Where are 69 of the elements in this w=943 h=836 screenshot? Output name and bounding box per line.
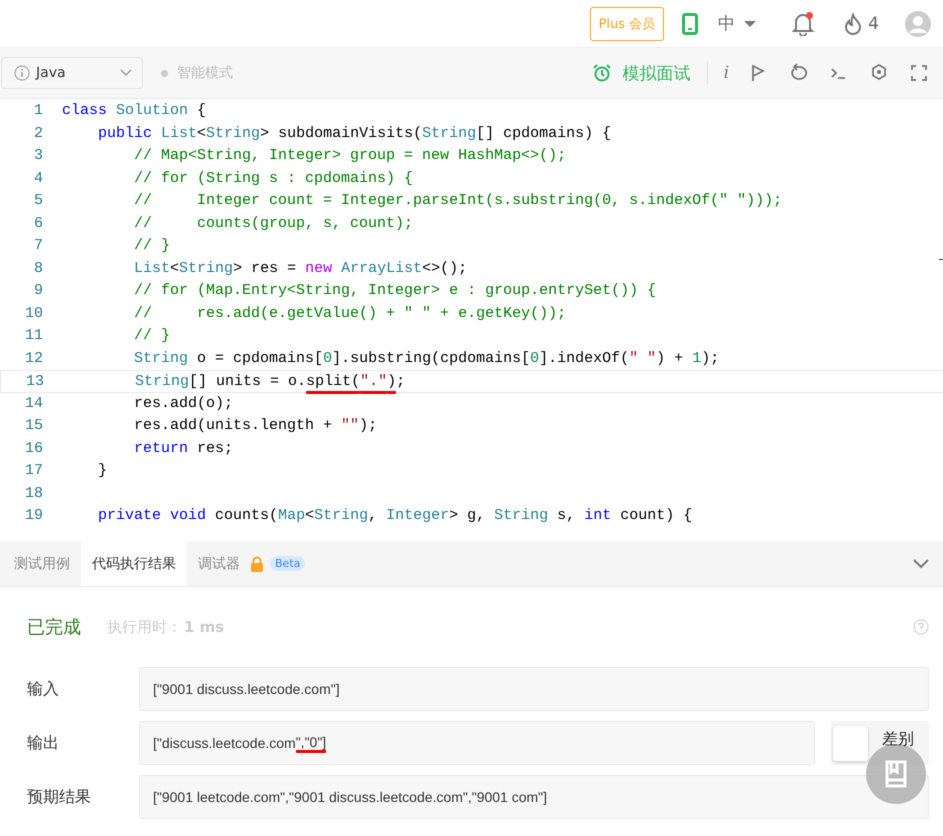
bell-icon[interactable]: [792, 12, 814, 36]
line-number: 4: [32, 168, 44, 188]
code-line: List<String> res = new ArrayList<>();: [133, 258, 468, 278]
chevron-down-icon[interactable]: [913, 558, 929, 568]
line-number: 6: [32, 214, 44, 234]
language-select[interactable]: Java: [1, 57, 143, 89]
line-number: 9: [32, 281, 44, 301]
notification-dot: [806, 12, 814, 18]
info-icon: [14, 65, 30, 81]
plus-button[interactable]: Plus 会员: [590, 6, 664, 40]
code-line: String[] units = o.split(".");: [63, 371, 406, 392]
code-line: // res.add(e.getValue() + " " + e.getKey());: [133, 304, 566, 324]
line-number: 12: [24, 348, 44, 368]
field-label: 输入: [27, 678, 60, 700]
code-line: // for (Map.Entry<String, Integer> e : group.entrySet()) {: [133, 281, 656, 301]
code-line: // counts(group, s, count);: [133, 214, 414, 234]
reset-icon[interactable]: [789, 63, 809, 83]
line-number: 18: [24, 484, 44, 504]
field-label: 输出: [27, 732, 60, 754]
result-value: ["9001 leetcode.com","9001 discuss.leetcode.com","9001 com"]: [139, 775, 929, 819]
line-number: 8: [32, 258, 44, 278]
chevron-down-icon: [120, 69, 132, 77]
diff-toggle[interactable]: [833, 726, 868, 760]
language-dropdown[interactable]: 中: [718, 12, 756, 35]
line-number: 10: [24, 304, 44, 324]
run-status: 已完成: [27, 616, 81, 639]
line-number: 19: [24, 506, 44, 526]
diff-label: 差别: [882, 729, 914, 750]
panel-tab[interactable]: 调试器 Beta: [187, 541, 316, 586]
line-number: 15: [24, 416, 44, 436]
panel-tab[interactable]: 代码执行结果: [81, 541, 187, 586]
code-line: res.add(units.length + "");: [133, 416, 378, 436]
line-number: 13: [24, 372, 45, 392]
field-label: 预期结果: [27, 786, 92, 808]
mock-interview-button[interactable]: 模拟面试: [592, 62, 691, 84]
info-button[interactable]: i: [724, 63, 729, 83]
code-line: class Solution {: [62, 101, 206, 121]
caret-icon: [744, 20, 756, 28]
code-line: return res;: [133, 438, 234, 458]
mode-toggle[interactable]: 智能模式: [161, 64, 233, 82]
line-number: 7: [32, 236, 44, 256]
line-number: 16: [24, 438, 44, 458]
line-number: 17: [24, 461, 44, 481]
alarm-clock-icon: [592, 64, 611, 82]
code-line: private void counts(Map<String, Integer> g, String s, int count) {: [97, 506, 692, 526]
beta-badge: Beta: [270, 556, 306, 571]
tablet-icon[interactable]: [682, 12, 698, 34]
flame-icon[interactable]: [844, 12, 862, 34]
code-line: res.add(o);: [133, 394, 234, 414]
code-line: // for (String s : cpdomains) {: [133, 168, 414, 188]
line-number: 2: [32, 124, 44, 144]
streak-count: 4: [868, 14, 879, 34]
line-number: 11: [24, 326, 44, 346]
result-value: ["discuss.leetcode.com","0"]: [139, 721, 815, 765]
code-line: // Map<String, Integer> group = new HashMap<>();: [133, 146, 566, 166]
code-line: public List<String> subdomainVisits(String[] cpdomains) {: [97, 124, 612, 144]
line-number: 1: [32, 101, 44, 121]
code-line: // Integer count = Integer.parseInt(s.substring(0, s.indexOf(" ")));: [133, 191, 782, 211]
code-line: }: [97, 461, 108, 481]
fullscreen-icon[interactable]: [909, 63, 929, 83]
code-line: // }: [133, 326, 170, 346]
settings-icon[interactable]: [869, 63, 889, 83]
line-number: 14: [24, 394, 44, 414]
code-line: String o = cpdomains[0].substring(cpdomains[0].indexOf(" ") + 1);: [133, 348, 720, 368]
result-value: ["9001 discuss.leetcode.com"]: [139, 667, 929, 711]
line-number: 5: [32, 191, 44, 211]
line-number: 3: [32, 146, 44, 166]
panel-tab[interactable]: 测试用例: [3, 541, 81, 586]
code-line: // }: [133, 236, 170, 256]
